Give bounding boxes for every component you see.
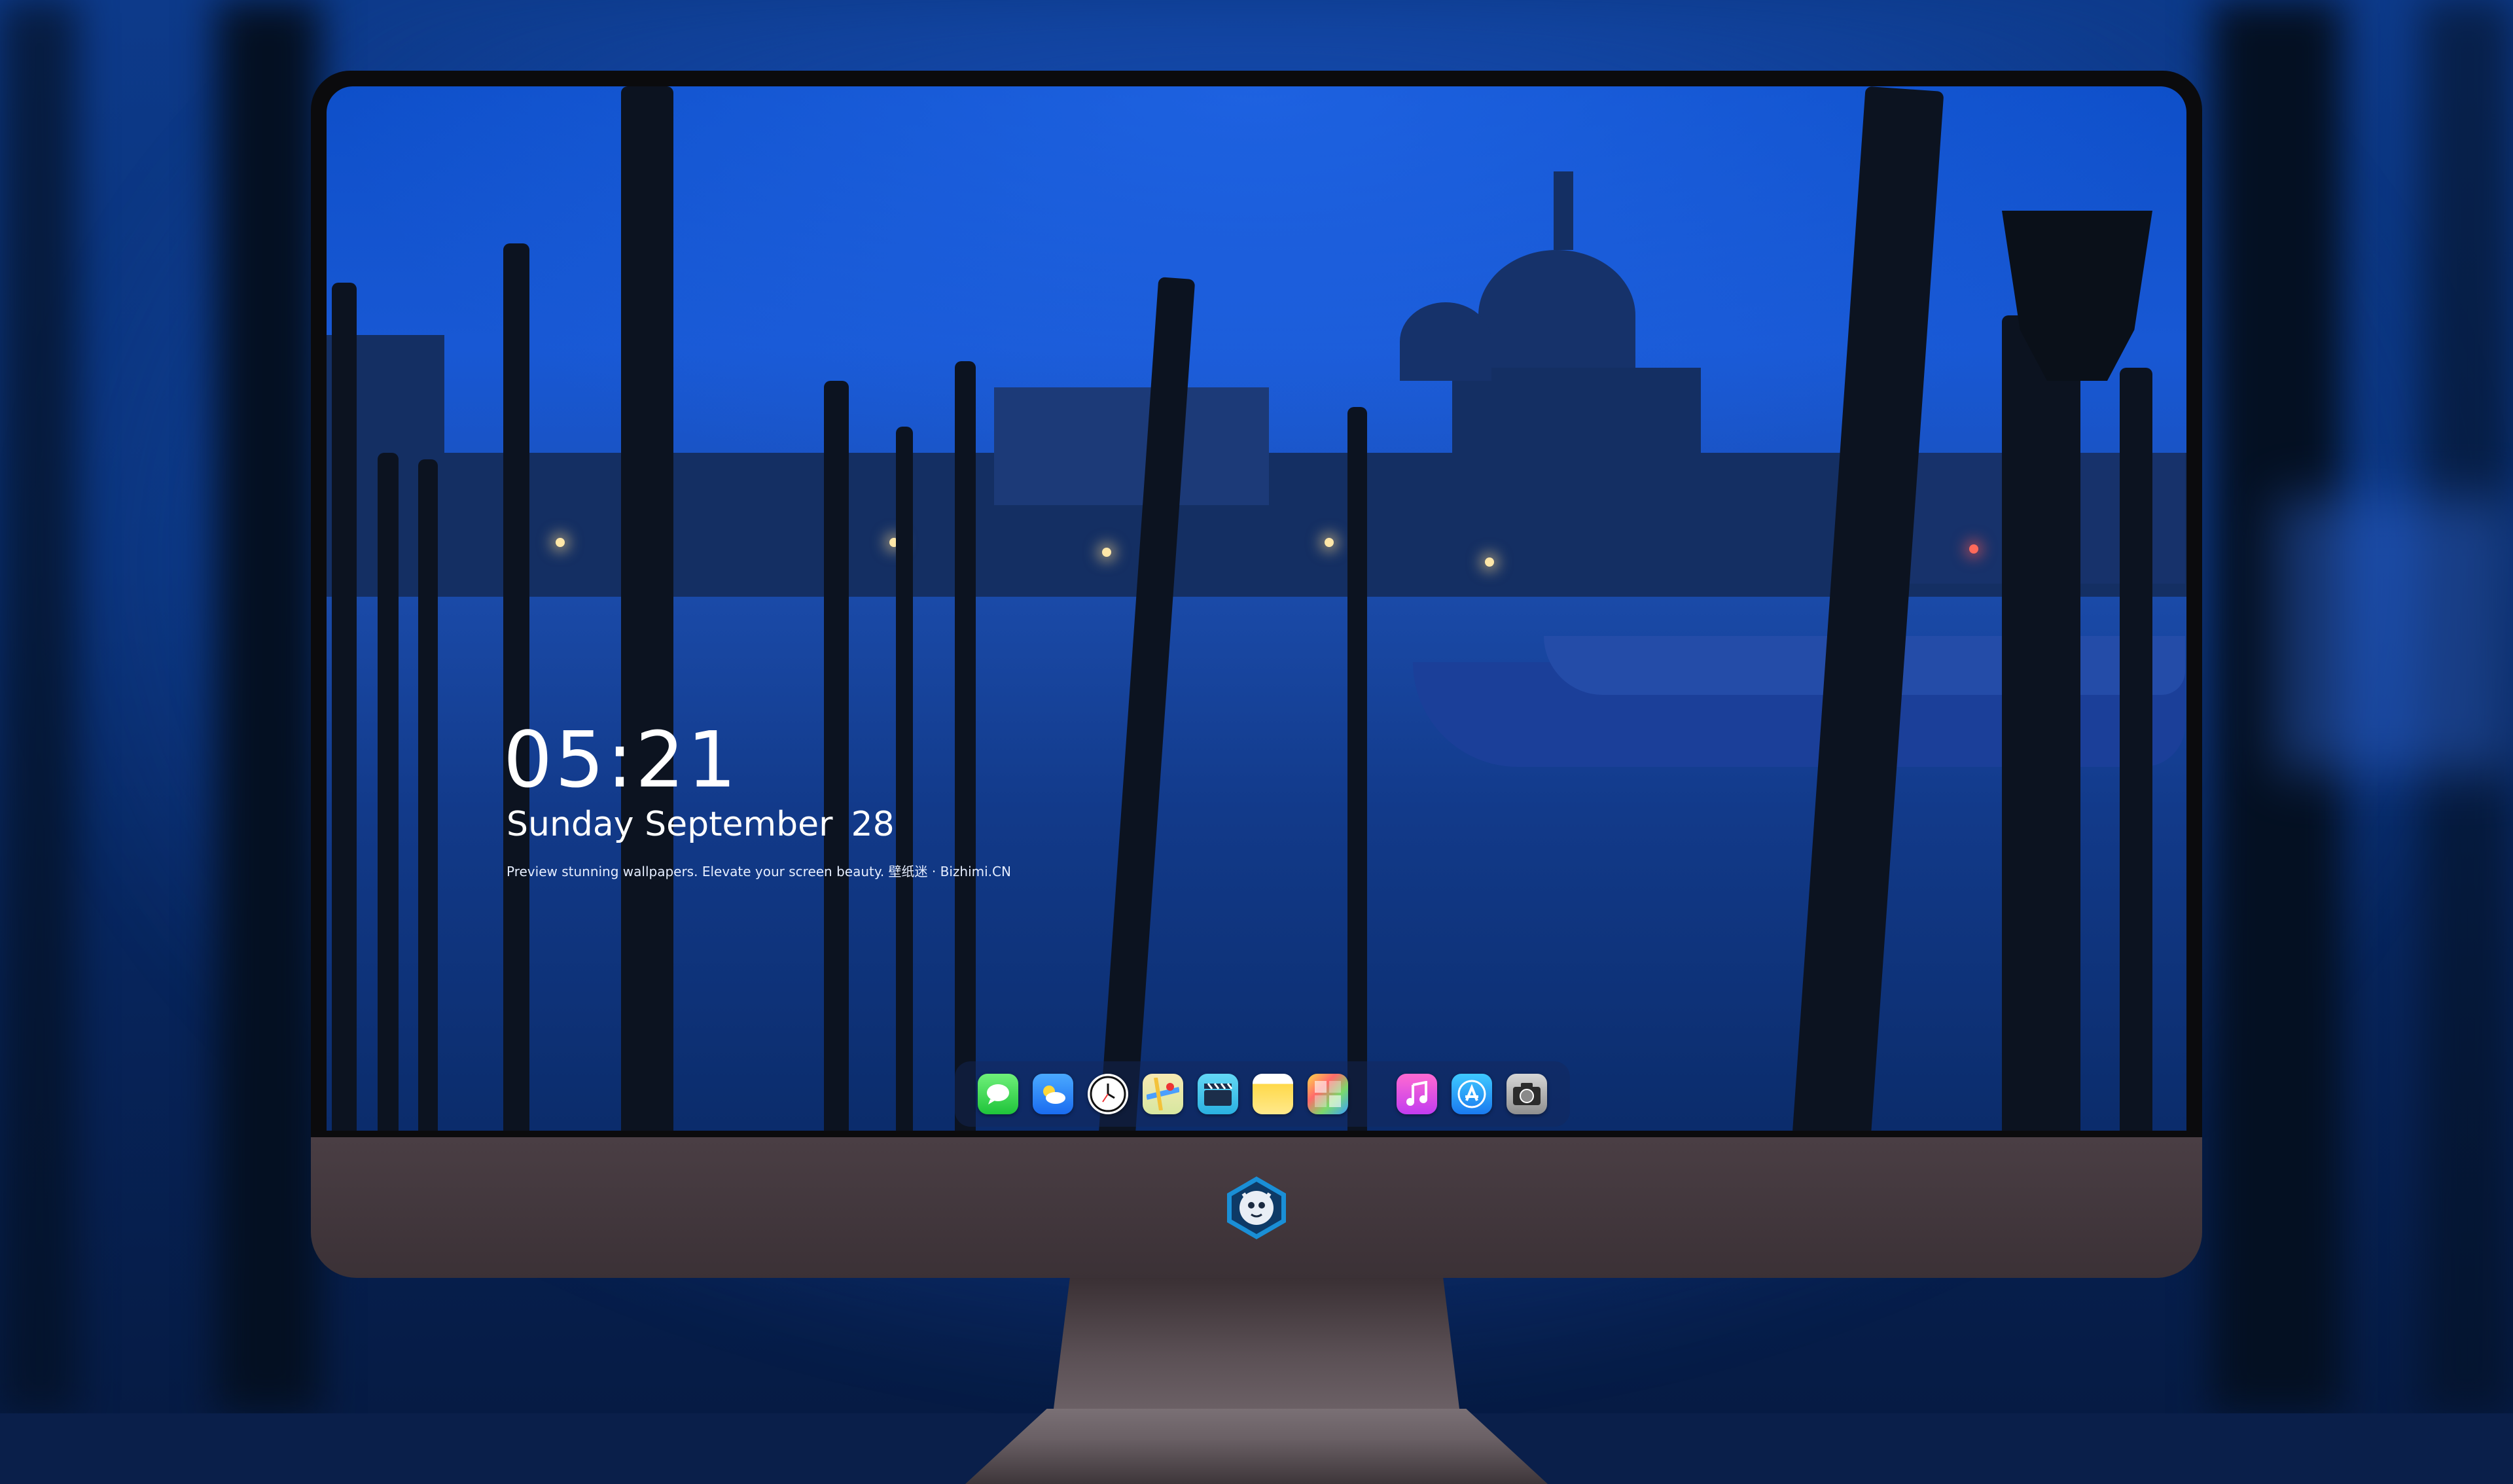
monitor-chin (311, 1137, 2202, 1278)
clock-time: 05:21 (503, 715, 740, 805)
monitor-stand (1054, 1278, 1459, 1409)
month: September (645, 805, 833, 844)
monitor: 05:21 Sunday September 28 Preview stunnin… (311, 71, 2202, 1484)
dock (955, 1061, 1570, 1127)
monitor-bezel: 05:21 Sunday September 28 Preview stunnin… (311, 71, 2202, 1137)
video-icon[interactable] (1198, 1074, 1238, 1114)
music-icon[interactable] (1397, 1074, 1437, 1114)
lock-screen: 05:21 Sunday September 28 Preview stunnin… (327, 86, 2186, 1131)
date-label: Sunday September 28 (507, 805, 895, 844)
camera-icon[interactable] (1506, 1074, 1547, 1114)
monitor-base (965, 1409, 1548, 1484)
weekday: Sunday (507, 805, 634, 844)
basilica-dome (1478, 250, 1635, 381)
messages-icon[interactable] (978, 1074, 1018, 1114)
brand-logo (1224, 1175, 1289, 1241)
app-store-icon[interactable] (1452, 1074, 1492, 1114)
notes-icon[interactable] (1253, 1074, 1293, 1114)
weather-icon[interactable] (1033, 1074, 1073, 1114)
photos-icon[interactable] (1308, 1074, 1348, 1114)
day: 28 (851, 805, 895, 844)
clock-icon[interactable] (1088, 1074, 1128, 1114)
maps-icon[interactable] (1143, 1074, 1183, 1114)
foreground-post (621, 86, 673, 1131)
tagline: Preview stunning wallpapers. Elevate you… (507, 864, 1011, 879)
